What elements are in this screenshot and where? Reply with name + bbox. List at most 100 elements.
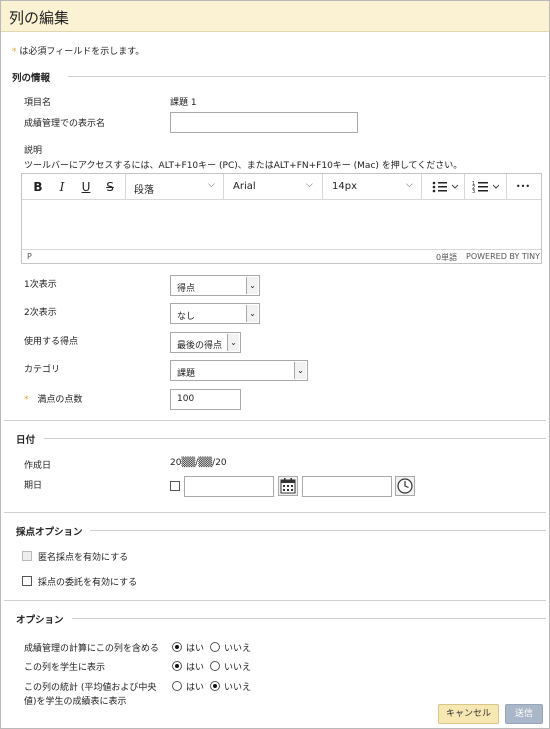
item-name-value: 課題 1 xyxy=(170,98,197,108)
required-star: * xyxy=(24,395,29,405)
more-options-button[interactable]: ••• xyxy=(512,178,534,196)
description-label: 説明 xyxy=(24,146,43,156)
dialog-title: 列の編集 xyxy=(9,9,70,27)
due-time-input[interactable] xyxy=(302,476,392,497)
bullet-list-button[interactable] xyxy=(429,178,461,196)
created-date-value: 20▒▒/▒▒/20 xyxy=(170,458,227,468)
editor-statusbar: P 0単語 POWERED BY TINY xyxy=(22,249,541,263)
chevron-down-icon: ⌄ xyxy=(294,362,306,379)
calendar-icon xyxy=(280,478,296,494)
due-date-checkbox[interactable] xyxy=(170,481,180,491)
include-calc-no-label: いいえ xyxy=(224,644,252,654)
chevron-down-icon: ⌵ xyxy=(306,180,313,190)
anonymous-grading-checkbox[interactable] xyxy=(22,551,32,561)
section-divider xyxy=(4,600,546,601)
toolbar-divider xyxy=(223,174,224,200)
dialog-header: 列の編集 xyxy=(1,1,549,32)
editor-path: P xyxy=(27,252,32,261)
delegated-grading-checkbox[interactable] xyxy=(22,576,32,586)
due-date-label: 期日 xyxy=(24,481,43,491)
powered-by-tiny[interactable]: POWERED BY TINY xyxy=(466,252,540,261)
section-divider xyxy=(44,438,546,439)
points-possible-input[interactable]: 100 xyxy=(170,389,241,410)
chevron-down-icon: ⌵ xyxy=(208,180,215,190)
required-star: * xyxy=(12,47,17,57)
show-stats-no-radio[interactable] xyxy=(210,681,220,691)
cancel-button[interactable]: キャンセル xyxy=(438,704,499,724)
section-heading-grading-options: 採点オプション xyxy=(16,527,83,538)
section-heading-options: オプション xyxy=(16,615,64,626)
section-divider xyxy=(4,420,546,421)
section-divider xyxy=(72,618,546,619)
description-help: ツールバーにアクセスするには、ALT+F10キー (PC)、またはALT+FN+… xyxy=(24,161,463,171)
numbered-list-button[interactable]: 1 2 3 xyxy=(470,178,502,196)
include-calc-no-radio[interactable] xyxy=(210,642,220,652)
section-heading-column-info: 列の情報 xyxy=(12,73,51,84)
score-used-value: 最後の得点 xyxy=(177,341,223,351)
secondary-display-value: なし xyxy=(177,312,196,322)
word-count: 0単語 xyxy=(436,253,458,262)
time-picker-button[interactable] xyxy=(395,476,415,496)
show-stats-label-line1: この列の統計 (平均値および中央 xyxy=(24,683,157,693)
numbered-list-icon: 1 2 3 xyxy=(472,181,500,195)
show-students-no-radio[interactable] xyxy=(210,661,220,671)
chevron-down-icon: ⌄ xyxy=(246,277,258,294)
primary-display-select[interactable]: 得点 ⌄ xyxy=(170,275,260,296)
score-used-label: 使用する得点 xyxy=(24,337,79,347)
strikethrough-button[interactable]: S xyxy=(102,178,118,196)
points-possible-label-group: * 満点の点数 xyxy=(24,392,82,405)
toolbar-divider xyxy=(464,174,465,200)
include-calc-yes-label: はい xyxy=(186,644,205,654)
show-stats-no-label: いいえ xyxy=(224,683,252,693)
calendar-button[interactable] xyxy=(278,476,298,496)
svg-text:3: 3 xyxy=(472,189,475,195)
secondary-display-label: 2次表示 xyxy=(24,308,57,318)
include-calc-label: 成績管理の計算にこの列を含める xyxy=(24,644,159,654)
show-students-yes-label: はい xyxy=(186,663,205,673)
show-students-no-label: いいえ xyxy=(224,663,252,673)
chevron-down-icon: ⌄ xyxy=(246,305,258,322)
delegated-grading-label: 採点の委託を有効にする xyxy=(38,578,138,588)
toolbar-divider xyxy=(322,174,323,200)
chevron-down-icon: ⌄ xyxy=(227,334,239,351)
required-note: * は必須フィールドを示します。 xyxy=(12,44,144,57)
anonymous-grading-label: 匿名採点を有効にする xyxy=(38,553,129,563)
toolbar-divider xyxy=(506,174,507,200)
toolbar-divider xyxy=(421,174,422,200)
show-stats-label-line2: 値)を学生の成績表に表示 xyxy=(24,697,127,707)
bullet-list-icon xyxy=(432,181,459,193)
item-name-label: 項目名 xyxy=(24,98,52,108)
primary-display-value: 得点 xyxy=(177,284,196,294)
submit-button[interactable]: 送信 xyxy=(505,704,543,724)
underline-button[interactable]: U xyxy=(78,178,94,196)
category-value: 課題 xyxy=(177,369,196,379)
include-calc-yes-radio[interactable] xyxy=(172,642,182,652)
category-label: カテゴリ xyxy=(24,365,61,375)
section-heading-dates: 日付 xyxy=(16,435,36,446)
section-divider xyxy=(68,76,546,77)
points-possible-label: 満点の点数 xyxy=(37,395,83,405)
required-note-text: は必須フィールドを示します。 xyxy=(19,47,145,57)
score-used-select[interactable]: 最後の得点 ⌄ xyxy=(170,332,241,353)
editor-toolbar: B I U S 段落 ⌵ Arial ⌵ 14px ⌵ 1 2 3 ••• xyxy=(22,174,541,200)
toolbar-divider xyxy=(125,174,126,200)
show-stats-yes-radio[interactable] xyxy=(172,681,182,691)
category-select[interactable]: 課題 ⌄ xyxy=(170,360,308,381)
secondary-display-select[interactable]: なし ⌄ xyxy=(170,303,260,324)
show-students-yes-radio[interactable] xyxy=(172,661,182,671)
italic-button[interactable]: I xyxy=(54,178,70,196)
clock-icon xyxy=(397,478,413,494)
font-family-dropdown[interactable]: Arial xyxy=(233,181,256,192)
editor-content-area[interactable] xyxy=(22,201,541,248)
bold-button[interactable]: B xyxy=(30,178,46,196)
paragraph-format-dropdown[interactable]: 段落 xyxy=(134,181,154,196)
section-divider xyxy=(4,512,546,513)
font-size-dropdown[interactable]: 14px xyxy=(332,181,357,192)
created-date-label: 作成日 xyxy=(24,461,52,471)
due-date-input[interactable] xyxy=(184,476,274,497)
rich-text-editor: B I U S 段落 ⌵ Arial ⌵ 14px ⌵ 1 2 3 ••• P … xyxy=(21,173,542,264)
display-name-label: 成績管理での表示名 xyxy=(24,119,106,129)
show-students-label: この列を学生に表示 xyxy=(24,663,106,673)
show-stats-yes-label: はい xyxy=(186,683,205,693)
display-name-input[interactable] xyxy=(170,112,358,133)
